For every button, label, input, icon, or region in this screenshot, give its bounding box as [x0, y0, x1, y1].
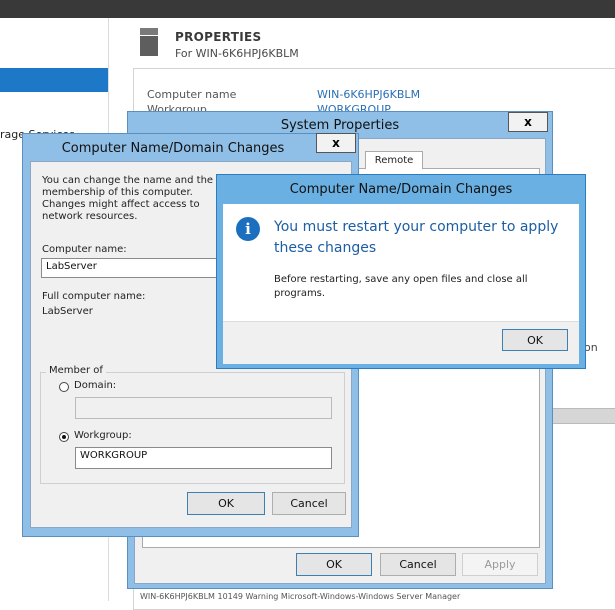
- background-text-fragment: on: [584, 341, 598, 354]
- info-icon: i: [236, 217, 260, 241]
- background-band: [548, 408, 615, 424]
- member-of-label: Member of: [46, 365, 106, 376]
- restart-alert-detail: Before restarting, save any open files a…: [274, 274, 528, 299]
- workgroup-link[interactable]: WORKGROUP: [317, 103, 391, 111]
- restart-alert-ok-button[interactable]: OK: [502, 329, 568, 351]
- name-domain-ok-button[interactable]: OK: [187, 492, 265, 515]
- name-domain-changes-close-button[interactable]: x: [316, 133, 356, 153]
- workgroup-radio[interactable]: [59, 432, 69, 442]
- properties-subtitle: For WIN-6K6HPJ6KBLM: [175, 47, 299, 60]
- workgroup-input[interactable]: WORKGROUP: [75, 447, 332, 469]
- system-properties-apply-button[interactable]: Apply: [462, 553, 538, 576]
- computer-name-field-label: Computer name:: [42, 244, 127, 255]
- tab-remote[interactable]: Remote: [365, 151, 423, 169]
- name-domain-description: You can change the name and the membersh…: [42, 175, 214, 222]
- system-properties-cancel-button[interactable]: Cancel: [380, 553, 456, 576]
- computer-name-label: Computer name: [147, 88, 237, 101]
- server-icon: [140, 28, 158, 56]
- system-properties-title: System Properties: [280, 118, 400, 133]
- workgroup-radio-label: Workgroup:: [74, 430, 132, 441]
- system-properties-close-button[interactable]: x: [508, 112, 548, 132]
- computer-name-input[interactable]: LabServer: [41, 258, 221, 278]
- name-domain-changes-title: Computer Name/Domain Changes: [61, 141, 285, 156]
- computer-name-link[interactable]: WIN-6K6HPJ6KBLM: [317, 88, 420, 101]
- full-computer-name-value: LabServer: [42, 306, 93, 317]
- restart-alert-message: You must restart your computer to apply …: [274, 219, 559, 256]
- left-nav-selected-item[interactable]: [0, 68, 108, 92]
- domain-input[interactable]: [75, 397, 332, 419]
- properties-title: PROPERTIES: [175, 30, 262, 44]
- domain-radio-label: Domain:: [74, 380, 117, 391]
- name-domain-cancel-button[interactable]: Cancel: [272, 492, 346, 515]
- events-row: WIN-6K6HPJ6KBLM 10149 Warning Microsoft-…: [140, 592, 461, 601]
- domain-radio[interactable]: [59, 382, 69, 392]
- top-bar: [0, 0, 615, 18]
- restart-alert-title: Computer Name/Domain Changes: [289, 182, 513, 197]
- system-properties-ok-button[interactable]: OK: [296, 553, 372, 576]
- workgroup-label: Workgroup: [147, 103, 207, 111]
- full-computer-name-label: Full computer name:: [42, 291, 146, 302]
